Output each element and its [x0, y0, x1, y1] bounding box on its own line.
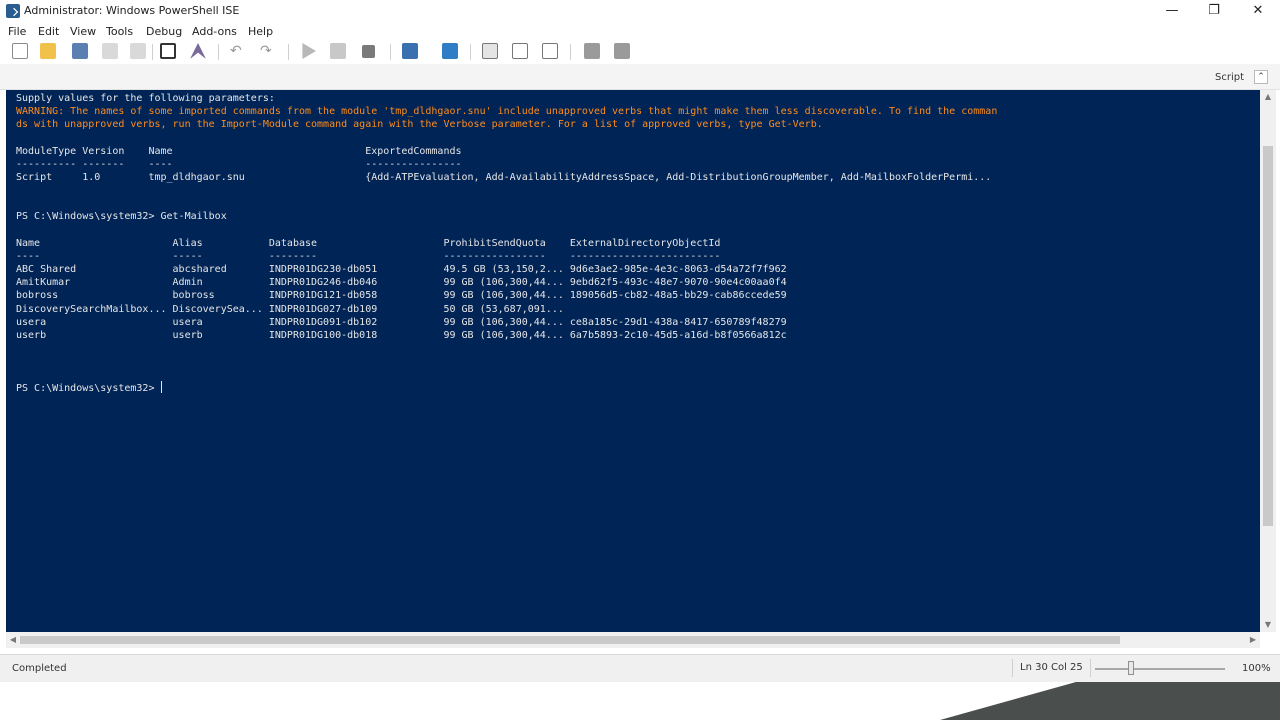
cursor-position: Ln 30 Col 25: [1012, 659, 1091, 677]
redo-icon[interactable]: ↷: [260, 43, 276, 59]
menu-tools[interactable]: Tools: [106, 25, 133, 38]
horizontal-scroll-thumb[interactable]: [20, 636, 1120, 644]
open-icon[interactable]: [40, 43, 56, 59]
undo-icon[interactable]: ↶: [230, 43, 246, 59]
scroll-right-icon[interactable]: ▶: [1246, 632, 1260, 648]
stop-icon[interactable]: [362, 45, 375, 58]
scroll-left-icon[interactable]: ◀: [6, 632, 20, 648]
clear-icon[interactable]: [160, 43, 176, 59]
zoom-slider-thumb[interactable]: [1128, 661, 1134, 675]
console-prompt[interactable]: PS C:\Windows\system32>: [16, 383, 161, 394]
show-command-window-icon[interactable]: [584, 43, 600, 59]
powershell-ise-app-icon: [6, 4, 20, 18]
toolbar-separator: [470, 44, 471, 60]
save-icon[interactable]: [72, 43, 88, 59]
scroll-up-icon[interactable]: ▲: [1260, 90, 1276, 104]
toolbar-separator: [218, 44, 219, 60]
paste-icon[interactable]: [190, 43, 206, 59]
script-pane-bar: Script ⌃: [0, 64, 1280, 90]
toolbar-separator: [288, 44, 289, 60]
toolbar-separator: [390, 44, 391, 60]
warning-message: WARNING: The names of some imported comm…: [16, 106, 998, 131]
zoom-level: 100%: [1242, 663, 1271, 674]
show-script-pane-max-icon[interactable]: [542, 43, 558, 59]
run-selection-icon[interactable]: [330, 43, 346, 59]
show-command-addon-icon[interactable]: [614, 43, 630, 59]
text-cursor: [160, 381, 162, 394]
params-prompt-line: Supply values for the following paramete…: [16, 93, 275, 104]
status-text: Completed: [12, 663, 67, 674]
console-output: Supply values for the following paramete…: [16, 92, 997, 396]
menu-bar: File Edit View Tools Debug Add-ons Help: [0, 22, 1280, 40]
title-bar: Administrator: Windows PowerShell ISE — …: [0, 0, 1280, 22]
cut-icon[interactable]: [102, 43, 118, 59]
run-icon[interactable]: [302, 43, 316, 59]
zoom-slider[interactable]: [1095, 668, 1225, 670]
show-script-pane-right-icon[interactable]: [512, 43, 528, 59]
console-pane[interactable]: Supply values for the following paramete…: [6, 90, 1260, 632]
scroll-down-icon[interactable]: ▼: [1260, 618, 1276, 632]
new-remote-tab-icon[interactable]: [402, 43, 418, 59]
menu-debug[interactable]: Debug: [146, 25, 182, 38]
toolbar: ↶ ↷: [0, 40, 1280, 64]
horizontal-scrollbar[interactable]: ◀ ▶: [6, 632, 1260, 648]
show-script-pane-label[interactable]: Script: [1215, 72, 1244, 83]
minimize-button[interactable]: —: [1150, 0, 1194, 22]
menu-add-ons[interactable]: Add-ons: [192, 25, 237, 38]
toolbar-separator: [570, 44, 571, 60]
restore-button[interactable]: ❐: [1192, 0, 1236, 22]
copy-icon[interactable]: [130, 43, 146, 59]
menu-view[interactable]: View: [70, 25, 96, 38]
status-bar: Completed Ln 30 Col 25 100%: [0, 654, 1280, 682]
module-table: ModuleType Version Name ExportedCommands…: [16, 145, 992, 183]
chevron-up-icon[interactable]: ⌃: [1254, 70, 1268, 84]
menu-edit[interactable]: Edit: [38, 25, 59, 38]
toolbar-separator: [152, 44, 153, 60]
menu-file[interactable]: File: [8, 25, 26, 38]
start-powershell-icon[interactable]: [442, 43, 458, 59]
close-button[interactable]: ✕: [1236, 0, 1280, 22]
window-title: Administrator: Windows PowerShell ISE: [24, 4, 240, 17]
get-mailbox-command-line: PS C:\Windows\system32> Get-Mailbox: [16, 211, 227, 223]
vertical-scroll-thumb[interactable]: [1263, 146, 1273, 526]
menu-help[interactable]: Help: [248, 25, 273, 38]
show-script-pane-top-icon[interactable]: [482, 43, 498, 59]
new-icon[interactable]: [12, 43, 28, 59]
vertical-scrollbar[interactable]: ▲ ▼: [1260, 90, 1276, 632]
mailbox-table: Name Alias Database ProhibitSendQuota Ex…: [16, 237, 787, 341]
